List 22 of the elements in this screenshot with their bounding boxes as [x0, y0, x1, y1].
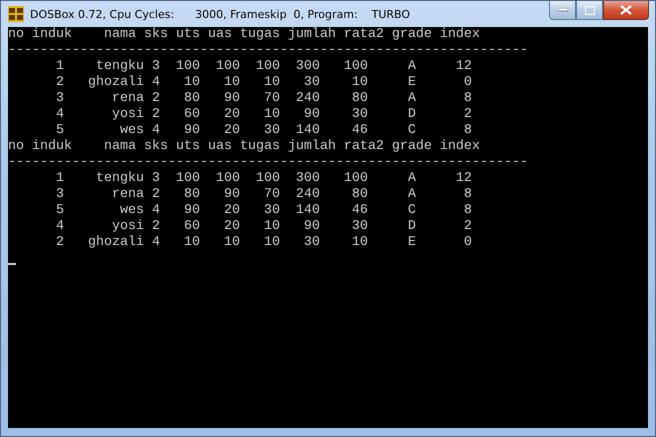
dosbox-logo-icon [8, 6, 24, 22]
console-line: 4 yosi 2 60 20 10 90 30 D 2 [54, 219, 472, 235]
console-line: 3 rena 2 80 90 70 240 80 A 8 [54, 187, 472, 203]
console-line: 4 yosi 2 60 20 10 90 30 D 2 [54, 107, 472, 123]
console-line: no induk nama sks uts uas tugas jumlah rata2 grade index [8, 139, 480, 155]
console-line: 3 rena 2 80 90 70 240 80 A 8 [54, 91, 472, 107]
close-button[interactable] [603, 1, 649, 20]
minimize-icon [558, 8, 568, 12]
console-line: 2 ghozali 4 10 10 10 30 10 E 0 [54, 75, 472, 91]
console-line: 5 wes 4 90 20 30 140 46 C 8 [54, 123, 472, 139]
console-line: 2 ghozali 4 10 10 10 30 10 E 0 [54, 235, 472, 251]
console-line: 1 tengku 3 100 100 100 300 100 A 12 [54, 171, 472, 187]
console-line: no induk nama sks uts uas tugas jumlah rata2 grade index [8, 27, 480, 43]
console-line: 5 wes 4 90 20 30 140 46 C 8 [54, 203, 472, 219]
console-line: 1 tengku 3 100 100 100 300 100 A 12 [54, 59, 472, 75]
maximize-button[interactable] [576, 1, 603, 20]
minimize-button[interactable] [549, 1, 576, 20]
window-title: DOSBox 0.72, Cpu Cycles: 3000, Frameskip 0, Program: TURBO [30, 8, 412, 20]
close-icon [620, 5, 632, 15]
console-line: ----------------------------------------------------------------- [8, 155, 528, 171]
maximize-icon [584, 6, 594, 14]
console-line: ----------------------------------------------------------------- [8, 43, 528, 59]
